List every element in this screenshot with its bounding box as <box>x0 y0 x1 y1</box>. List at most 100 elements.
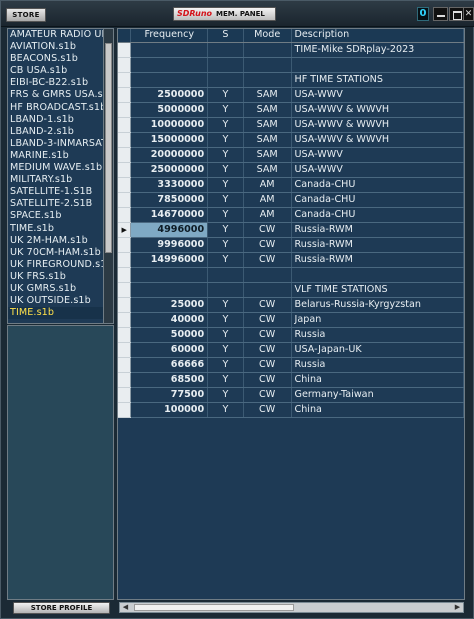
memory-row[interactable]: 15000000 Y SAM USA-WWV & WWVH <box>118 132 464 148</box>
column-header-frequency[interactable]: Frequency <box>130 29 209 43</box>
description-cell[interactable]: USA-WWV & WWVH <box>291 132 464 148</box>
mode-cell[interactable]: CW <box>243 327 292 343</box>
store-button[interactable]: STORE <box>6 8 46 22</box>
s-cell[interactable]: Y <box>207 132 244 148</box>
s-cell[interactable] <box>207 72 244 88</box>
file-list-item[interactable]: MARINE.s1b <box>8 150 113 162</box>
memory-grid[interactable]: Frequency S Mode Description TIME-Mike S… <box>117 28 465 600</box>
s-cell[interactable]: Y <box>207 402 244 418</box>
s-cell[interactable]: Y <box>207 342 244 358</box>
s-cell[interactable]: Y <box>207 102 244 118</box>
frequency-cell[interactable]: 5000000 <box>130 102 209 118</box>
mode-cell[interactable]: CW <box>243 237 292 253</box>
frequency-cell[interactable] <box>130 72 209 88</box>
mode-cell[interactable]: SAM <box>243 117 292 133</box>
mode-cell[interactable]: SAM <box>243 87 292 103</box>
frequency-cell[interactable]: 9996000 <box>130 237 209 253</box>
file-list-item[interactable]: LBAND-1.s1b <box>8 114 113 126</box>
s-cell[interactable]: Y <box>207 327 244 343</box>
row-indicator[interactable] <box>118 117 132 133</box>
memory-row[interactable]: 5000000 Y SAM USA-WWV & WWVH <box>118 102 464 118</box>
row-indicator[interactable] <box>118 372 132 388</box>
mode-cell[interactable]: CW <box>243 342 292 358</box>
file-list-item[interactable]: LBAND-3-INMARSAT.s1b <box>8 138 113 150</box>
row-indicator[interactable] <box>118 102 132 118</box>
memory-row[interactable]: 7850000 Y AM Canada-CHU <box>118 192 464 208</box>
frequency-cell[interactable]: 14996000 <box>130 252 209 268</box>
memory-row[interactable]: HF TIME STATIONS <box>118 72 464 88</box>
description-cell[interactable]: China <box>291 372 464 388</box>
file-list-scroll-thumb[interactable] <box>105 43 112 253</box>
frequency-cell[interactable]: 2500000 <box>130 87 209 103</box>
minimize-icon[interactable] <box>433 7 448 21</box>
description-cell[interactable]: USA-Japan-UK <box>291 342 464 358</box>
mode-cell[interactable]: CW <box>243 297 292 313</box>
memory-file-list[interactable]: AMATEUR RADIO UK.s1bAVIATION.s1bBEACONS.… <box>7 28 114 324</box>
file-list-item[interactable]: UK GMRS.s1b <box>8 283 113 295</box>
frequency-cell[interactable]: 7850000 <box>130 192 209 208</box>
description-cell[interactable]: USA-WWV & WWVH <box>291 102 464 118</box>
memory-row[interactable]: 20000000 Y SAM USA-WWV <box>118 147 464 163</box>
column-header-s[interactable]: S <box>207 29 244 43</box>
mode-cell[interactable] <box>243 72 292 88</box>
description-cell[interactable]: USA-WWV <box>291 147 464 163</box>
row-indicator[interactable] <box>118 402 132 418</box>
frequency-cell[interactable]: 77500 <box>130 387 209 403</box>
channel-indicator[interactable]: 0 <box>417 7 429 21</box>
description-cell[interactable] <box>291 267 464 283</box>
row-indicator[interactable] <box>118 237 132 253</box>
mode-cell[interactable]: CW <box>243 387 292 403</box>
frequency-cell[interactable]: 40000 <box>130 312 209 328</box>
frequency-cell[interactable]: 25000 <box>130 297 209 313</box>
file-list-item[interactable]: SPACE.s1b <box>8 210 113 222</box>
memory-row[interactable]: 25000 Y CW Belarus-Russia-Kyrgyzstan <box>118 297 464 313</box>
s-cell[interactable]: Y <box>207 372 244 388</box>
description-cell[interactable]: China <box>291 402 464 418</box>
mode-cell[interactable] <box>243 267 292 283</box>
frequency-cell[interactable]: 68500 <box>130 372 209 388</box>
mode-cell[interactable]: AM <box>243 177 292 193</box>
file-list-item[interactable]: MEDIUM WAVE.s1b <box>8 162 113 174</box>
file-list-scrollbar[interactable] <box>103 29 113 323</box>
description-cell[interactable]: Japan <box>291 312 464 328</box>
row-indicator[interactable] <box>118 192 132 208</box>
file-list-item[interactable]: MILITARY.s1b <box>8 174 113 186</box>
memory-row[interactable]: 40000 Y CW Japan <box>118 312 464 328</box>
mode-cell[interactable]: CW <box>243 372 292 388</box>
frequency-cell[interactable] <box>130 267 209 283</box>
s-cell[interactable]: Y <box>207 192 244 208</box>
s-cell[interactable]: Y <box>207 252 244 268</box>
frequency-cell[interactable] <box>130 42 209 58</box>
memory-row[interactable]: 100000 Y CW China <box>118 402 464 418</box>
column-header-description[interactable]: Description <box>291 29 464 43</box>
mode-cell[interactable]: CW <box>243 357 292 373</box>
row-indicator[interactable] <box>118 57 132 73</box>
description-cell[interactable]: HF TIME STATIONS <box>291 72 464 88</box>
row-indicator[interactable] <box>118 177 132 193</box>
description-cell[interactable]: Russia <box>291 357 464 373</box>
s-cell[interactable]: Y <box>207 147 244 163</box>
description-cell[interactable]: Russia <box>291 327 464 343</box>
s-cell[interactable]: Y <box>207 207 244 223</box>
row-pointer-icon[interactable]: ▶ <box>118 222 132 238</box>
description-cell[interactable]: Russia-RWM <box>291 237 464 253</box>
mode-cell[interactable]: CW <box>243 402 292 418</box>
description-cell[interactable]: USA-WWV <box>291 87 464 103</box>
file-list-item[interactable]: TIME.s1b <box>8 223 113 235</box>
s-cell[interactable]: Y <box>207 297 244 313</box>
memory-row[interactable]: 77500 Y CW Germany-Taiwan <box>118 387 464 403</box>
scroll-left-arrow-icon[interactable]: ◀ <box>120 603 131 612</box>
memory-row[interactable]: 60000 Y CW USA-Japan-UK <box>118 342 464 358</box>
description-cell[interactable]: Russia-RWM <box>291 252 464 268</box>
file-list-item[interactable]: AMATEUR RADIO UK.s1b <box>8 29 113 41</box>
memory-row[interactable]: ▶ 4996000 Y CW Russia-RWM <box>118 222 464 238</box>
file-list-item[interactable]: FRS & GMRS USA.s1b <box>8 89 113 101</box>
memory-row[interactable]: VLF TIME STATIONS <box>118 282 464 298</box>
mode-cell[interactable] <box>243 57 292 73</box>
description-cell[interactable]: Russia-RWM <box>291 222 464 238</box>
s-cell[interactable]: Y <box>207 87 244 103</box>
description-cell[interactable]: TIME-Mike SDRplay-2023 <box>291 42 464 58</box>
memory-row[interactable]: 9996000 Y CW Russia-RWM <box>118 237 464 253</box>
description-cell[interactable]: Belarus-Russia-Kyrgyzstan <box>291 297 464 313</box>
description-cell[interactable]: Canada-CHU <box>291 177 464 193</box>
